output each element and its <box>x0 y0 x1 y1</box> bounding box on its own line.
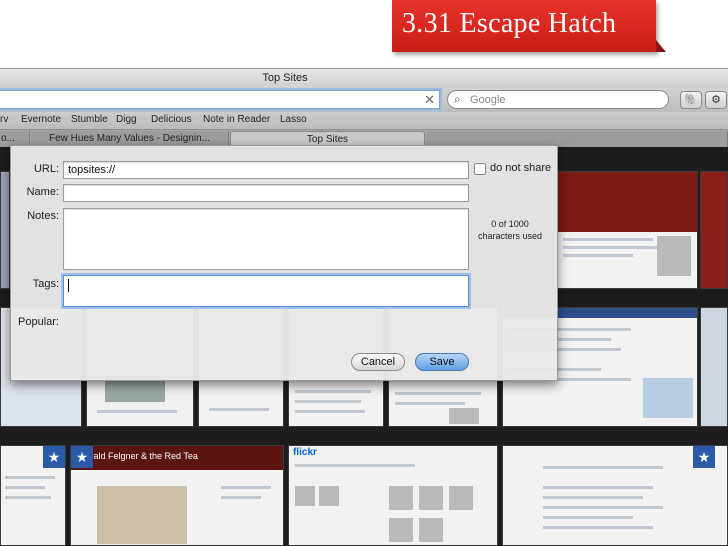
notes-counter: 0 of 1000 characters used <box>469 218 551 242</box>
save-button[interactable]: Save <box>415 353 469 371</box>
name-label: Name: <box>26 186 59 198</box>
address-bar[interactable]: ✕ <box>0 90 440 109</box>
top-site-thumbnail[interactable] <box>0 171 10 289</box>
flickr-logo: flickr <box>293 447 317 458</box>
bookmark-evernote[interactable]: Evernote <box>21 114 61 125</box>
do-not-share-checkbox[interactable] <box>474 163 486 175</box>
bookmarks-bar: rv Evernote Stumble Digg Delicious Note … <box>0 112 728 130</box>
bookmark-delicious[interactable]: Delicious <box>151 114 192 125</box>
bookmark-rv[interactable]: rv <box>0 114 8 125</box>
search-icon: ⌕ <box>454 92 461 106</box>
slide-title-banner: 3.31 Escape Hatch <box>392 0 666 52</box>
settings-gear-icon[interactable]: ⚙ <box>705 91 727 109</box>
url-field[interactable]: topsites:// <box>63 161 469 179</box>
do-not-share-label: do not share <box>490 162 552 174</box>
url-value: topsites:// <box>68 164 116 176</box>
bookmark-note-in-reader[interactable]: Note in Reader <box>203 114 270 125</box>
tags-label: Tags: <box>32 278 59 290</box>
tags-field[interactable] <box>63 275 469 307</box>
top-site-thumbnail[interactable]: flickr <box>288 445 498 546</box>
add-bookmark-sheet: URL: topsites:// do not share Name: Note… <box>10 145 558 381</box>
toolbar: ✕ ⌕ Google 🐘 ⚙ <box>0 88 728 112</box>
cancel-button[interactable]: Cancel <box>351 353 405 371</box>
clear-icon[interactable]: ✕ <box>424 92 435 107</box>
text-cursor <box>68 279 69 292</box>
window-title: Top Sites <box>262 72 308 84</box>
notes-field[interactable] <box>63 208 469 270</box>
slide-title: 3.31 Escape Hatch <box>402 8 617 39</box>
star-icon: ★ <box>43 446 65 468</box>
popular-label: Popular: <box>18 316 59 328</box>
search-placeholder: Google <box>470 94 506 106</box>
star-icon: ★ <box>693 446 715 468</box>
top-site-thumbnail[interactable] <box>556 171 698 289</box>
top-site-thumbnail[interactable]: Harald Felgner & the Red Tea ★ <box>70 445 284 546</box>
top-site-thumbnail[interactable] <box>700 171 728 289</box>
star-icon: ★ <box>71 446 93 468</box>
title-bar: Top Sites <box>0 68 728 88</box>
bookmark-lasso[interactable]: Lasso <box>280 114 307 125</box>
top-site-thumbnail[interactable]: ★ <box>0 445 66 546</box>
browser-window: Top Sites ✕ ⌕ Google 🐘 ⚙ rv Evernote Stu… <box>0 68 728 546</box>
bookmark-stumble[interactable]: Stumble <box>71 114 108 125</box>
notes-counter-count: 0 of 1000 <box>491 219 529 229</box>
name-field[interactable] <box>63 184 469 202</box>
url-label: URL: <box>33 163 59 175</box>
notes-label: Notes: <box>27 210 59 222</box>
bookmark-digg[interactable]: Digg <box>116 114 137 125</box>
top-site-thumbnail[interactable] <box>700 307 728 427</box>
notes-counter-unit: characters used <box>477 231 543 241</box>
search-field[interactable]: ⌕ Google <box>447 90 669 109</box>
evernote-toolbar-icon[interactable]: 🐘 <box>680 91 702 109</box>
top-site-thumbnail[interactable]: ★ <box>502 445 728 546</box>
harald-felgner-header: Harald Felgner & the Red Tea <box>71 446 283 470</box>
